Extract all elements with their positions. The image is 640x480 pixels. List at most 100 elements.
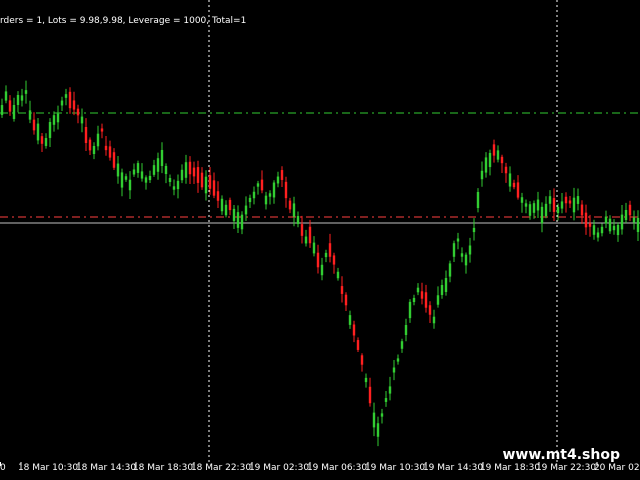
candle-body [104,145,108,151]
candle-body [120,172,124,188]
candle-body [580,204,584,216]
candle-body [392,367,396,373]
candle-body [488,152,492,168]
candle-body [300,224,304,236]
time-axis-label: 18 Mar 10:30 [18,463,78,473]
candle-body [16,95,20,105]
watermark-text: www.mt4.shop [502,447,620,463]
candle-body [76,108,80,116]
candle-body [100,128,104,132]
candle-body [184,162,188,178]
candle-body [284,181,288,199]
candle-body [328,243,332,257]
candle-body [24,90,28,94]
candle-body [620,214,624,230]
candle-body [636,217,640,233]
candle-body [68,91,72,109]
candle-body [340,286,344,294]
candle-body [452,243,456,257]
candle-body [144,177,148,183]
candle-body [140,171,144,179]
time-axis-label: 18 Mar 14:30 [76,463,136,473]
candle-body [396,358,400,362]
candle-body [424,292,428,308]
candle-body [344,294,348,306]
candle-body [372,412,376,428]
candle-body [116,163,120,177]
candle-body [528,204,532,216]
candle-body [148,175,152,181]
chart-window[interactable]: rders = 1, Lots = 9.98,9.98, Leverage = … [0,0,640,480]
candle-body [192,167,196,177]
candle-body [364,377,368,383]
candle-body [112,152,116,168]
candle-body [592,225,596,235]
candle-body [268,193,272,197]
candle-body [480,170,484,180]
candle-body [272,182,276,198]
candle-body [624,209,628,221]
candle-body [536,199,540,211]
candle-body [332,255,336,265]
candle-body [308,226,312,244]
candle-body [32,119,36,131]
candle-body [276,176,280,184]
time-axis-label: 19 Mar 02:30 [249,463,309,473]
candle-body [248,197,252,203]
candle-body [256,183,260,187]
candle-body [136,163,140,173]
candle-body [356,340,360,350]
candle-body [204,176,208,194]
candle-body [460,253,464,257]
candle-body [312,242,316,254]
candle-body [48,122,52,138]
time-axis-label: 19 Mar 06:30 [307,463,367,473]
candle-body [428,305,432,315]
candle-body [4,91,8,101]
candle-body [320,264,324,276]
candle-body [440,285,444,295]
candle-body [232,208,236,222]
candle-body [564,196,568,204]
candle-body [92,145,96,155]
time-axis-label: 19 Mar 22:30 [536,463,596,473]
candle-body [28,110,32,120]
candle-body [36,123,40,141]
candle-body [316,252,320,268]
candle-body [604,216,608,224]
time-axis-label: 18 Mar 22:30 [191,463,251,473]
candle-body [156,158,160,172]
candle-body [448,263,452,277]
candle-body [360,355,364,365]
candle-body [388,386,392,394]
candle-body [556,206,560,214]
candle-body [380,413,384,417]
candle-body [484,157,488,173]
candle-body [164,165,168,175]
candle-body [476,191,480,209]
candle-body [40,136,44,144]
price-chart[interactable]: 0 18 Mar 10:3018 Mar 14:3018 Mar 18:3018 … [0,0,640,480]
time-axis-label: 18 Mar 18:30 [133,463,193,473]
candle-body [532,203,536,213]
time-axis-label: 19 Mar 14:30 [423,463,483,473]
candle-body [152,165,156,175]
candle-body [352,324,356,336]
candle-body [296,216,300,224]
candle-body [516,182,520,198]
candle-body [560,201,564,209]
candle-body [596,232,600,238]
candle-body [552,198,556,212]
candle-body [196,167,200,183]
candle-body [236,212,240,228]
candle-body [108,146,112,158]
candle-body [600,226,604,234]
candle-body [220,198,224,212]
candle-body [80,116,84,124]
candle-body [72,100,76,110]
candle-body [228,199,232,211]
candle-body [588,223,592,227]
candle-body [172,186,176,190]
candle-body [540,206,544,224]
candle-body [544,203,548,217]
